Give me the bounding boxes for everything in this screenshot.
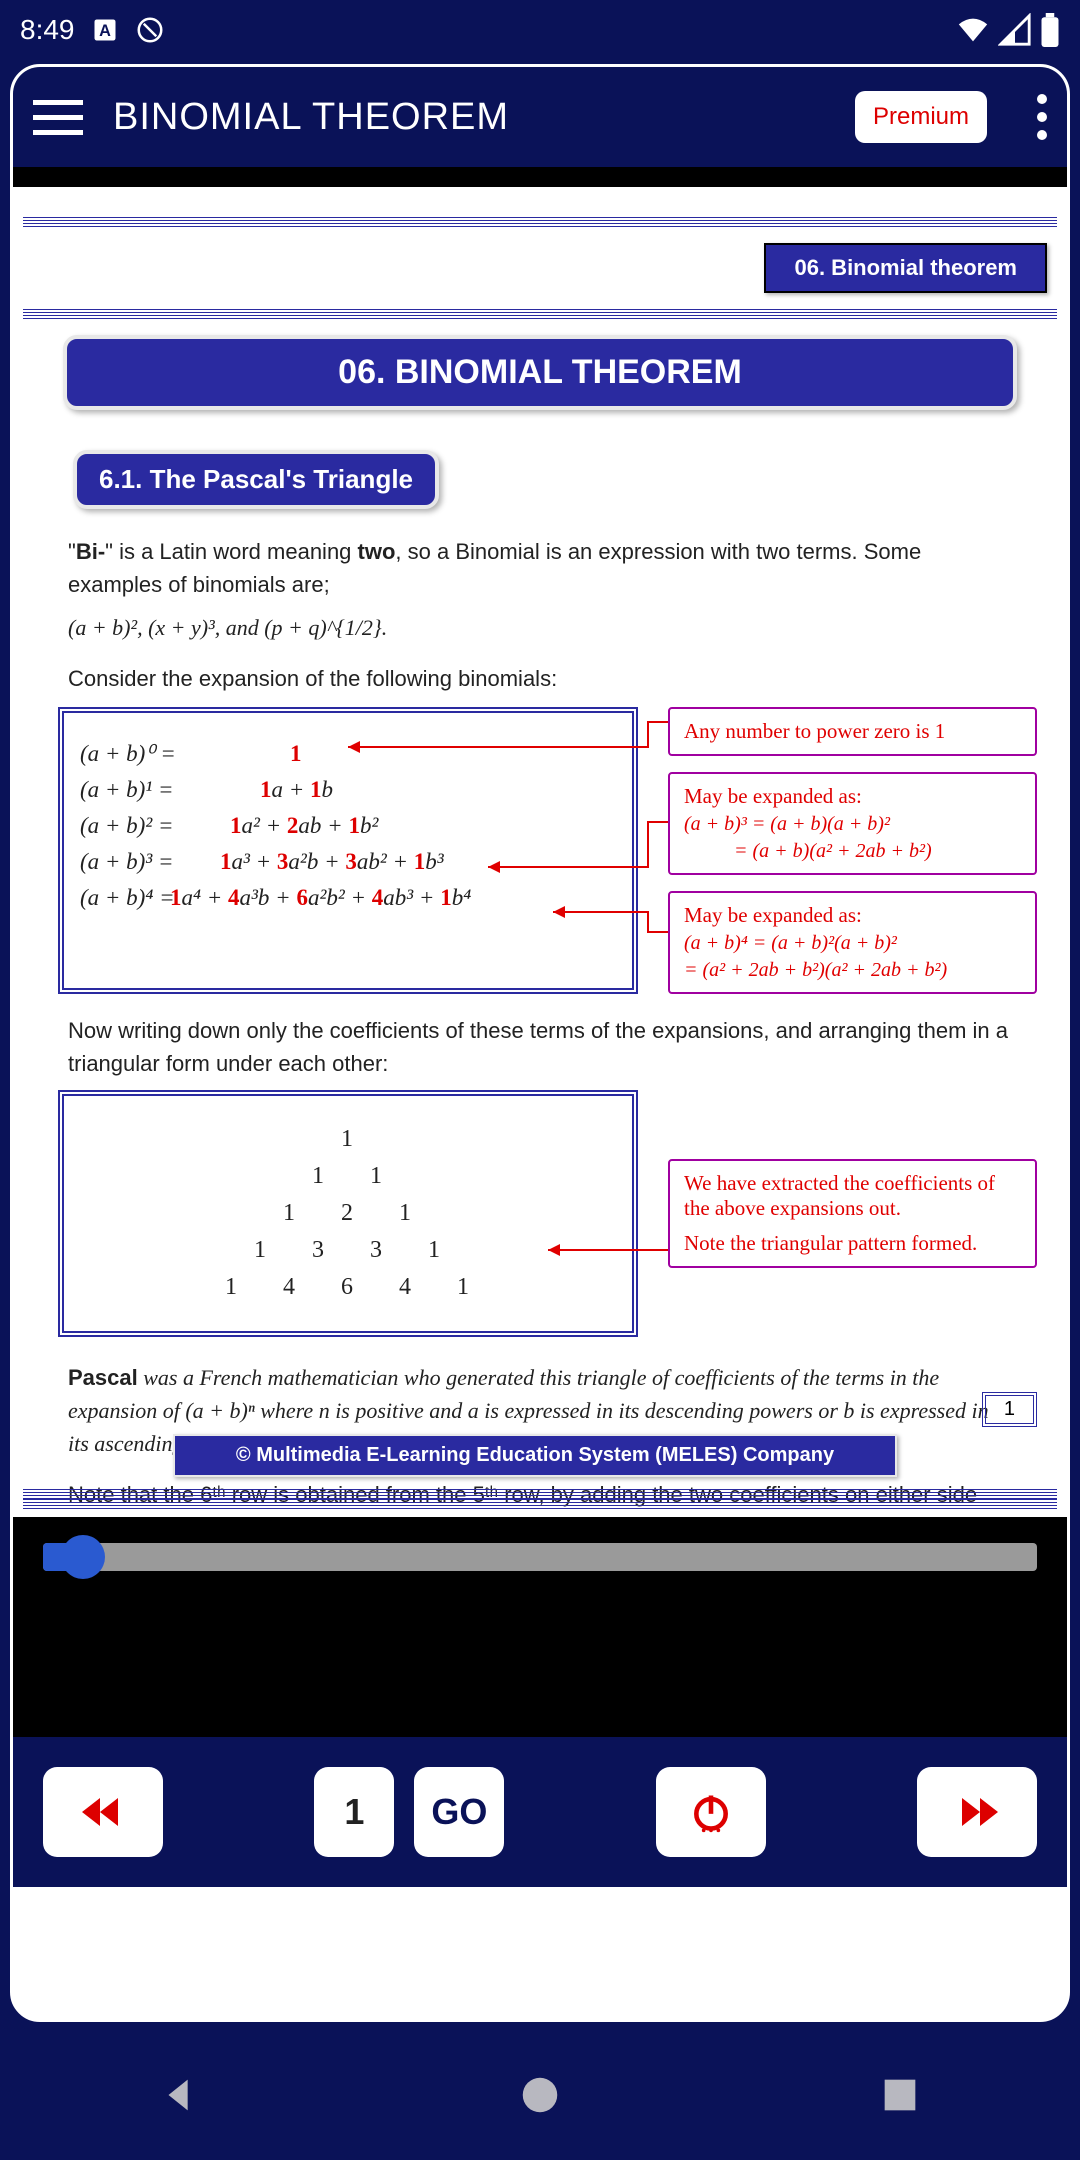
battery-icon [1040, 13, 1060, 47]
power-button[interactable] [656, 1767, 766, 1857]
rewind-button[interactable] [43, 1767, 163, 1857]
callout-triangle: We have extracted the coefficients of th… [668, 1159, 1037, 1268]
pascal-triangle-box: 1 11 121 1331 14641 [58, 1090, 638, 1337]
nav-home-icon[interactable] [517, 2072, 563, 2118]
page-title: BINOMIAL THEOREM [113, 96, 509, 139]
copyright-bar: © Multimedia E-Learning Education System… [173, 1434, 897, 1477]
more-options-icon[interactable] [1037, 94, 1047, 140]
sync-off-icon [135, 15, 165, 45]
pascal-panel: 1 11 121 1331 14641 We have extracted th… [58, 1090, 1037, 1337]
callout-power-zero: Any number to power zero is 1 [668, 707, 1037, 756]
rewind-icon [78, 1792, 128, 1832]
status-bar: 8:49 A [0, 0, 1080, 60]
callout-expand-quartic: May be expanded as: (a + b)⁴ = (a + b)²(… [668, 891, 1037, 994]
chapter-title: 06. BINOMIAL THEOREM [63, 335, 1017, 410]
system-nav-bar [0, 2030, 1080, 2160]
letterbox-top [13, 167, 1067, 187]
app-frame: BINOMIAL THEOREM Premium 06. Binomial th… [10, 64, 1070, 2022]
expansion-box: (a + b)⁰ =1 (a + b)¹ =1a + 1b (a + b)² =… [58, 707, 638, 994]
svg-text:A: A [99, 22, 111, 40]
premium-button[interactable]: Premium [855, 91, 987, 143]
document-viewport[interactable]: 06. Binomial theorem 06. BINOMIAL THEORE… [13, 187, 1067, 1887]
status-time: 8:49 [20, 14, 75, 46]
progress-slider[interactable] [43, 1543, 1037, 1571]
page-input[interactable]: 1 [314, 1767, 394, 1857]
consider-text: Consider the expansion of the following … [68, 662, 1012, 695]
app-header: BINOMIAL THEOREM Premium [13, 67, 1067, 167]
section-title: 6.1. The Pascal's Triangle [73, 450, 439, 509]
intro-examples: (a + b)², (x + y)³, and (p + q)^{1/2}. [68, 611, 1012, 644]
signal-icon [998, 13, 1032, 47]
menu-icon[interactable] [33, 92, 83, 142]
page-number-badge: 1 [982, 1392, 1037, 1427]
forward-button[interactable] [917, 1767, 1037, 1857]
progress-slider-zone [13, 1517, 1067, 1597]
expansion-panel: (a + b)⁰ =1 (a + b)¹ =1a + 1b (a + b)² =… [58, 707, 1037, 994]
now-writing-text: Now writing down only the coefficients o… [68, 1014, 1012, 1080]
power-icon [689, 1790, 733, 1834]
forward-icon [952, 1792, 1002, 1832]
control-bar: 1 GO [13, 1737, 1067, 1887]
app-badge-icon: A [91, 16, 119, 44]
chapter-tab: 06. Binomial theorem [764, 243, 1047, 293]
nav-recent-icon[interactable] [877, 2072, 923, 2118]
wifi-icon [956, 13, 990, 47]
go-button[interactable]: GO [414, 1767, 504, 1857]
slider-thumb-icon[interactable] [61, 1535, 105, 1579]
intro-paragraph: "Bi-" is a Latin word meaning two, so a … [68, 535, 1012, 601]
callout-expand-cube: May be expanded as: (a + b)³ = (a + b)(a… [668, 772, 1037, 875]
nav-back-icon[interactable] [157, 2072, 203, 2118]
